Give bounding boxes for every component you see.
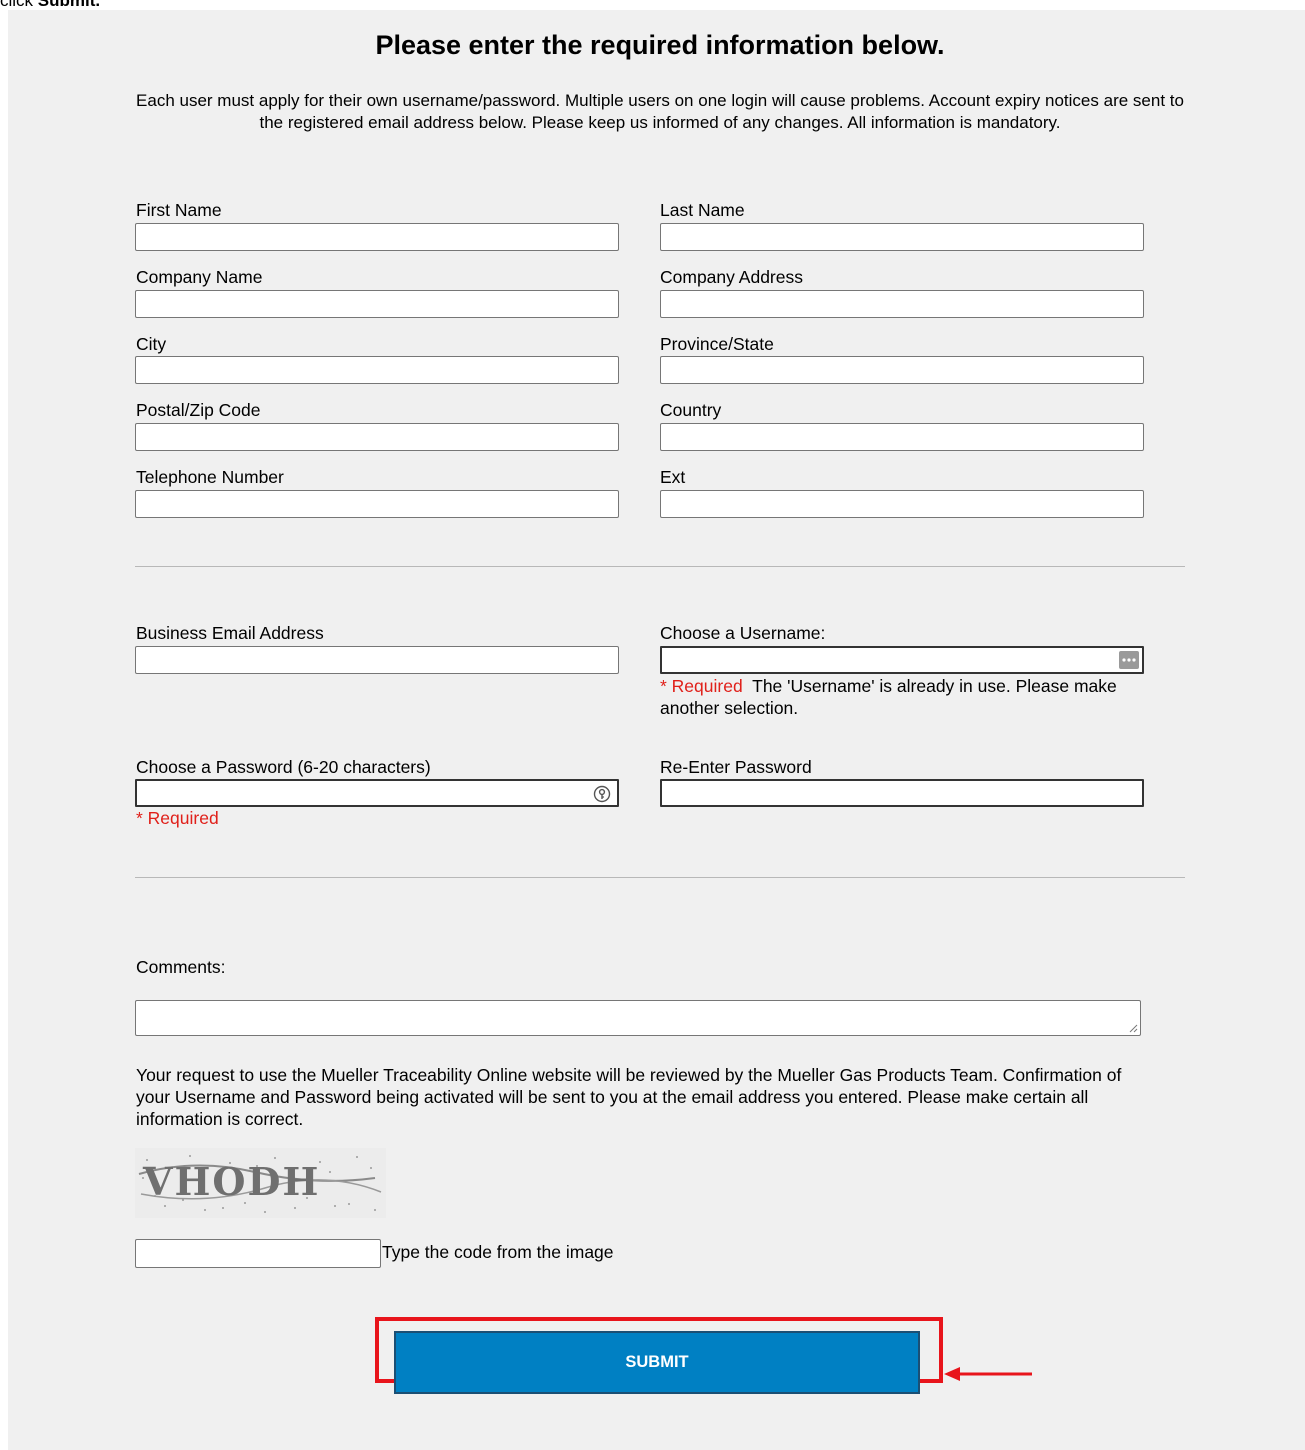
reenter-password-label: Re-Enter Password [660, 757, 812, 777]
password-label: Choose a Password (6-20 characters) [136, 757, 431, 777]
captcha-image: VHODH [135, 1148, 386, 1218]
last-name-label: Last Name [660, 200, 745, 220]
company-name-label: Company Name [136, 267, 263, 287]
username-label: Choose a Username: [660, 623, 826, 643]
country-label: Country [660, 400, 722, 420]
reenter-password-input[interactable] [660, 779, 1144, 807]
password-input[interactable] [135, 779, 619, 807]
captcha-code: VHODH [142, 1159, 320, 1204]
telephone-input[interactable] [135, 490, 619, 518]
city-label: City [136, 334, 167, 354]
page-title: Please enter the required information be… [375, 30, 945, 60]
pointer-arrow-icon [944, 1367, 1032, 1381]
username-required: * Required [660, 676, 743, 696]
captcha-input[interactable] [135, 1239, 381, 1268]
resize-handle-icon[interactable] [1129, 1024, 1138, 1033]
comments-label: Comments: [136, 957, 226, 977]
company-name-input[interactable] [135, 290, 619, 318]
review-notice: Your request to use the Mueller Traceabi… [136, 1065, 1122, 1129]
intro-text: Each user must apply for their own usern… [136, 91, 1184, 132]
business-email-input[interactable] [135, 646, 619, 674]
captcha-label: Type the code from the image [382, 1242, 614, 1262]
city-input[interactable] [135, 356, 619, 384]
company-address-input[interactable] [660, 290, 1144, 318]
section-divider [135, 566, 1185, 567]
password-required: * Required [136, 808, 219, 828]
username-error: * Required The 'Username' is already in … [660, 675, 1180, 719]
business-email-label: Business Email Address [136, 623, 324, 643]
comments-textarea[interactable] [135, 1000, 1141, 1036]
ext-label: Ext [660, 467, 686, 487]
postal-code-input[interactable] [135, 423, 619, 451]
ext-input[interactable] [660, 490, 1144, 518]
first-name-label: First Name [136, 200, 222, 220]
telephone-label: Telephone Number [136, 467, 284, 487]
company-address-label: Company Address [660, 267, 803, 287]
submit-button[interactable]: SUBMIT [394, 1331, 920, 1394]
caption-bold: Submit. [37, 0, 101, 10]
province-state-input[interactable] [660, 356, 1144, 384]
province-state-label: Province/State [660, 334, 774, 354]
country-input[interactable] [660, 423, 1144, 451]
first-name-input[interactable] [135, 223, 619, 251]
section-divider [135, 877, 1185, 878]
password-manager-icon[interactable] [1119, 651, 1139, 669]
captcha-graphic: VHODH [138, 1155, 382, 1213]
caption-prefix: click [0, 0, 34, 10]
last-name-input[interactable] [660, 223, 1144, 251]
key-icon[interactable] [593, 785, 611, 803]
username-input[interactable] [660, 646, 1144, 674]
postal-code-label: Postal/Zip Code [136, 400, 261, 420]
